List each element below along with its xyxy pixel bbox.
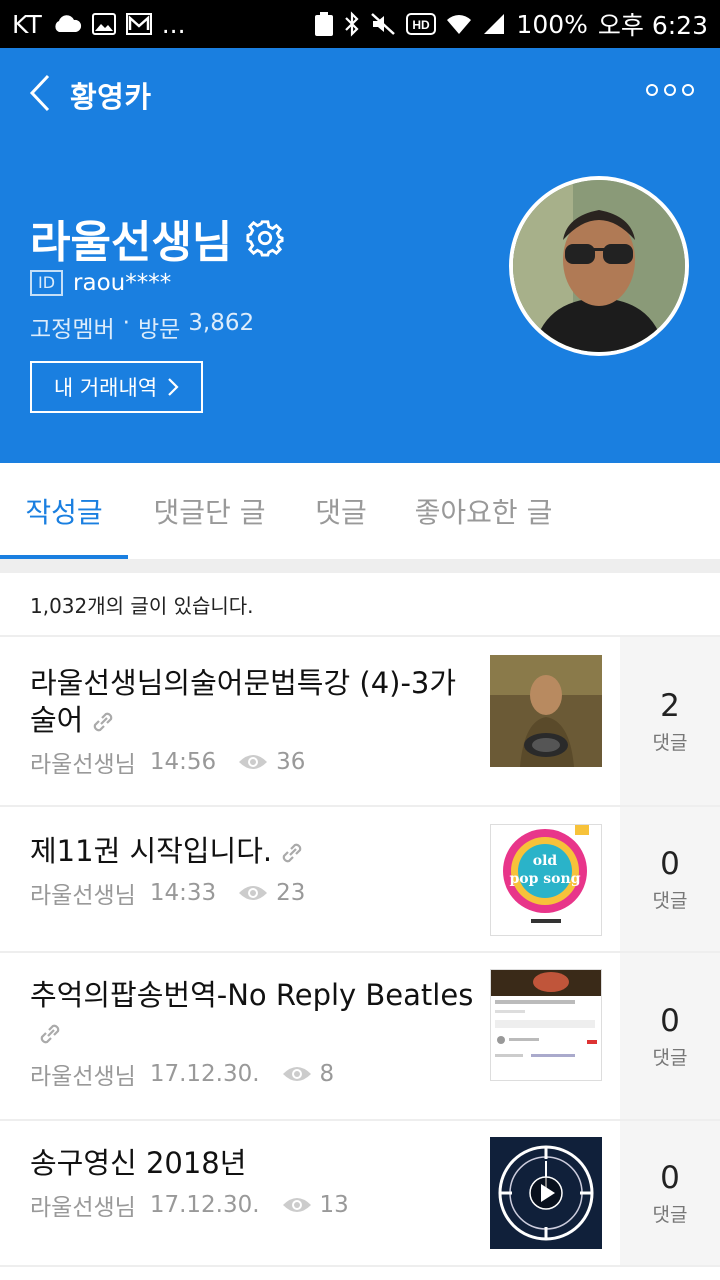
image-icon [91,13,116,35]
divider [0,559,720,573]
clock: 오후 6:23 [597,11,708,40]
recycle-icon [314,11,334,37]
post-thumbnail[interactable]: old pop song [490,824,602,936]
tab-liked-posts[interactable]: 좋아요한 글 [391,463,576,559]
comment-count: 0 [660,1159,680,1196]
signal-icon [482,13,506,35]
dot-icon [646,84,658,96]
comment-count-box[interactable]: 0 댓글 [620,1121,720,1265]
cloud-icon [52,14,82,34]
post-views: 23 [276,880,306,906]
old-pop-song-cover-icon: old pop song [491,825,601,935]
eye-icon [282,1067,311,1081]
top-bar: 황영카 [0,48,720,140]
post-views: 13 [319,1192,349,1218]
list-item[interactable]: 추억의팝송번역-No Reply Beatles 라울선생님 17.12.30.… [0,953,720,1121]
member-info: 고정멤버 · 방문 3,862 [30,310,254,344]
profile-name: 라울선생님 [30,217,233,268]
dot-icon [664,84,676,96]
trade-history-button[interactable]: 내 거래내역 [30,361,203,413]
post-title[interactable]: 추억의팝송번역-No Reply Beatles [30,977,480,1051]
post-time: 14:33 [149,880,217,906]
comment-label: 댓글 [652,1046,688,1069]
visits-label: 방문 [137,317,181,343]
profile-header: 황영카 라울선생님 ID raou**** 고정멤버 · 방문 3,862 내 … [0,48,720,463]
clock-video-icon [490,1137,602,1249]
carrier-label: KT [12,9,42,39]
post-time: 17.12.30. [149,1192,260,1218]
post-count: 1,032개의 글이 있습니다. [0,573,720,637]
comment-label: 댓글 [652,1203,688,1226]
chevron-left-icon [29,74,50,112]
comment-count-box[interactable]: 0 댓글 [620,953,720,1119]
status-bar: KT ... HD 100% 오후 6:23 [0,0,720,48]
user-id: raou**** [73,270,172,296]
post-thumbnail[interactable] [490,1137,602,1249]
profile-photo-icon [513,180,685,352]
post-title[interactable]: 라울선생님의술어문법특강 (4)-3가술어 [30,665,480,739]
svg-text:pop song: pop song [510,871,581,887]
svg-text:old: old [533,853,558,869]
tab-comments[interactable]: 댓글 [291,463,391,559]
cafe-title: 황영카 [70,80,152,114]
post-thumbnail[interactable] [490,655,602,767]
mute-icon [370,12,396,36]
link-icon [40,1024,60,1044]
list-item[interactable]: 송구영신 2018년 라울선생님 17.12.30. 13 0 댓글 [0,1121,720,1267]
comment-count: 0 [660,1002,680,1039]
eye-icon [282,1198,311,1212]
photo-man-icon [490,655,602,767]
dot-icon [682,84,694,96]
more-notifications: ... [161,9,186,39]
comment-label: 댓글 [652,889,688,912]
avatar[interactable] [509,176,689,356]
comment-count: 0 [660,845,680,882]
post-list: 라울선생님의술어문법특강 (4)-3가술어 라울선생님 14:56 36 2 댓… [0,637,720,1267]
post-author: 라울선생님 [30,883,136,909]
post-author: 라울선생님 [30,1195,136,1221]
profile-name-row: 라울선생님 [30,206,284,270]
post-title[interactable]: 송구영신 2018년 [30,1145,480,1182]
more-options-button[interactable] [646,84,694,96]
bluetooth-icon [344,11,360,37]
member-level: 고정멤버 [30,317,115,343]
comment-label: 댓글 [652,731,688,754]
user-id-row: ID raou**** [30,270,171,296]
back-button[interactable] [26,70,56,116]
tab-my-posts[interactable]: 작성글 [0,463,128,559]
post-time: 14:56 [149,749,217,775]
id-badge: ID [30,270,64,296]
eye-icon [239,755,268,769]
separator: · [122,310,130,336]
gear-icon[interactable] [246,219,284,257]
tab-commented-posts[interactable]: 댓글단 글 [128,463,291,559]
battery-label: 100% [516,9,588,39]
trade-history-label: 내 거래내역 [53,376,158,400]
youtube-screenshot-icon [491,970,601,1080]
tab-bar: 작성글 댓글단 글 댓글 좋아요한 글 [0,463,720,559]
list-item[interactable]: 라울선생님의술어문법특강 (4)-3가술어 라울선생님 14:56 36 2 댓… [0,637,720,807]
post-thumbnail[interactable] [490,969,602,1081]
visits-count: 3,862 [188,310,255,336]
post-title[interactable]: 제11권 시작입니다. [30,833,480,870]
hd-icon: HD [406,13,437,35]
svg-text:HD: HD [413,18,431,32]
link-icon [282,843,302,863]
chevron-right-icon [168,378,179,396]
comment-count: 2 [660,687,680,724]
post-author: 라울선생님 [30,1064,136,1090]
eye-icon [239,886,268,900]
post-author: 라울선생님 [30,752,136,778]
list-item[interactable]: 제11권 시작입니다. 라울선생님 14:33 23 old pop song … [0,807,720,953]
post-time: 17.12.30. [149,1061,260,1087]
post-views: 36 [276,749,306,775]
comment-count-box[interactable]: 0 댓글 [620,807,720,951]
mail-icon [125,13,152,35]
link-icon [94,712,113,732]
post-views: 8 [319,1061,335,1087]
comment-count-box[interactable]: 2 댓글 [620,637,720,805]
wifi-icon [446,13,472,35]
